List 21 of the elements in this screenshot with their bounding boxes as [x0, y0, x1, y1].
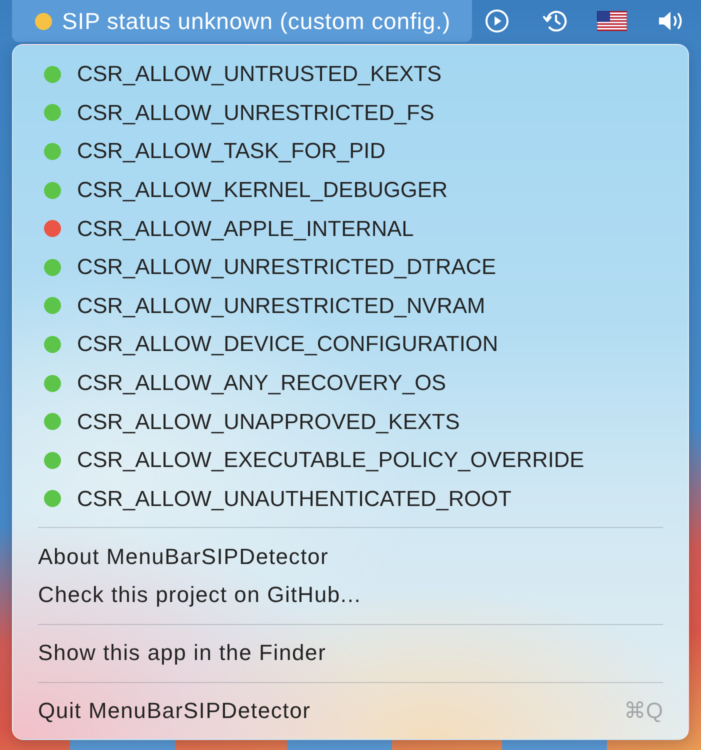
menu-item[interactable]: CSR_ALLOW_EXECUTABLE_POLICY_OVERRIDE	[13, 440, 688, 480]
shortcut-label: ⌘Q	[624, 698, 663, 724]
menu-item[interactable]: CSR_ALLOW_UNAUTHENTICATED_ROOT	[13, 480, 688, 518]
menu-item[interactable]: Quit MenuBarSIPDetector ⌘Q	[13, 692, 688, 730]
menu-item[interactable]: CSR_ALLOW_APPLE_INTERNAL	[13, 209, 688, 248]
menu-item[interactable]: CSR_ALLOW_UNTRUSTED_KEXTS	[13, 55, 688, 94]
menu-item[interactable]: CSR_ALLOW_ANY_RECOVERY_OS	[13, 364, 688, 402]
menu-item[interactable]: CSR_ALLOW_UNRESTRICTED_NVRAM	[13, 286, 688, 326]
history-icon[interactable]	[543, 8, 569, 34]
menu-item[interactable]: CSR_ALLOW_UNAPPROVED_KEXTS	[13, 402, 688, 441]
flag-icon[interactable]	[597, 11, 627, 31]
play-circle-icon[interactable]	[485, 9, 509, 33]
menu-item[interactable]: Show this app in the Finder	[13, 634, 688, 673]
menu-item[interactable]: CSR_ALLOW_UNRESTRICTED_DTRACE	[13, 248, 688, 287]
menu-item[interactable]: CSR_ALLOW_DEVICE_CONFIGURATION	[13, 325, 688, 364]
menu-item[interactable]: CSR_ALLOW_TASK_FOR_PID	[13, 132, 688, 171]
menu-item[interactable]: CSR_ALLOW_UNRESTRICTED_FS	[13, 94, 688, 132]
menu-item[interactable]: Check this project on GitHub...	[13, 576, 688, 615]
speaker-icon[interactable]	[658, 10, 684, 32]
menu-item[interactable]: CSR_ALLOW_KERNEL_DEBUGGER	[13, 170, 688, 210]
menu-item[interactable]: About MenuBarSIPDetector	[13, 537, 688, 576]
